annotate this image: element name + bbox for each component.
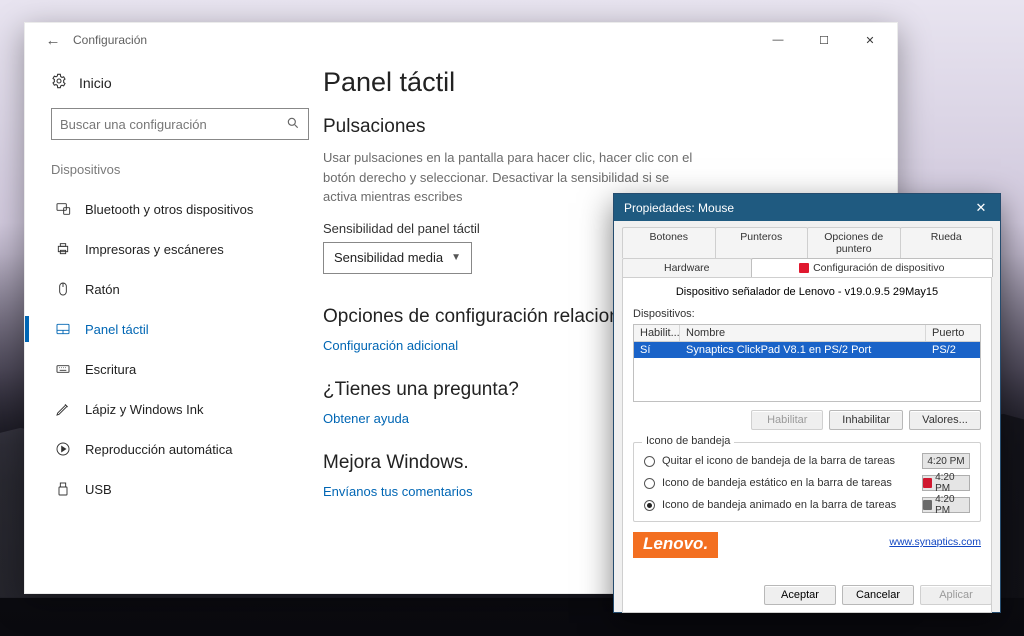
radio-animated-tray[interactable]: Icono de bandeja animado en la barra de … xyxy=(644,497,970,513)
sidebar-item-mouse[interactable]: Ratón xyxy=(25,269,313,309)
touchpad-icon xyxy=(923,500,932,510)
devices-label: Dispositivos: xyxy=(633,308,981,320)
ok-button[interactable]: Aceptar xyxy=(764,585,836,605)
synaptics-link[interactable]: www.synaptics.com xyxy=(889,536,981,548)
sidebar-group-label: Dispositivos xyxy=(51,162,305,177)
settings-sidebar: Inicio Buscar una configuración Disposit… xyxy=(25,57,317,593)
tab-hardware[interactable]: Hardware xyxy=(622,258,752,277)
cancel-button[interactable]: Cancelar xyxy=(842,585,914,605)
chevron-down-icon: ▼ xyxy=(451,252,461,263)
sidebar-item-label: Reproducción automática xyxy=(85,442,232,457)
search-input[interactable]: Buscar una configuración xyxy=(51,108,309,140)
tray-preview-static: 4:20 PM xyxy=(922,475,970,491)
cell-port: PS/2 xyxy=(926,342,980,358)
gear-icon xyxy=(51,73,67,92)
radio-icon xyxy=(644,478,655,489)
sidebar-item-printers[interactable]: Impresoras y escáneres xyxy=(25,229,313,269)
sidebar-item-label: Bluetooth y otros dispositivos xyxy=(85,202,253,217)
dialog-button-bar: Aceptar Cancelar Aplicar xyxy=(764,585,992,605)
printer-icon xyxy=(55,241,71,257)
sidebar-nav: Bluetooth y otros dispositivos Impresora… xyxy=(25,189,305,509)
section-taps: Pulsaciones xyxy=(323,116,873,138)
home-nav[interactable]: Inicio xyxy=(51,69,305,108)
sidebar-item-typing[interactable]: Escritura xyxy=(25,349,313,389)
tray-preview-animated: 4:20 PM xyxy=(922,497,970,513)
sidebar-item-pen[interactable]: Lápiz y Windows Ink xyxy=(25,389,313,429)
devices-table[interactable]: Habilit... Nombre Puerto Sí Synaptics Cl… xyxy=(633,324,981,402)
keyboard-icon xyxy=(55,361,71,377)
settings-titlebar: ← Configuración — ☐ ✕ xyxy=(25,23,897,57)
sidebar-item-usb[interactable]: USB xyxy=(25,469,313,509)
synaptics-icon xyxy=(799,263,809,273)
radio-static-tray[interactable]: Icono de bandeja estático en la barra de… xyxy=(644,475,970,491)
mouse-icon xyxy=(55,281,71,297)
radio-label: Icono de bandeja animado en la barra de … xyxy=(662,499,915,511)
sensitivity-combo[interactable]: Sensibilidad media ▼ xyxy=(323,242,472,274)
back-button[interactable]: ← xyxy=(39,32,67,49)
apply-button[interactable]: Aplicar xyxy=(920,585,992,605)
radio-icon xyxy=(644,456,655,467)
home-label: Inicio xyxy=(79,75,112,91)
col-port: Puerto xyxy=(926,325,980,341)
tab-device-config-label: Configuración de dispositivo xyxy=(813,262,944,274)
sidebar-item-label: Escritura xyxy=(85,362,136,377)
tray-preview-none: 4:20 PM xyxy=(922,453,970,469)
dialog-titlebar: Propiedades: Mouse ✕ xyxy=(614,194,1000,221)
sidebar-item-bluetooth[interactable]: Bluetooth y otros dispositivos xyxy=(25,189,313,229)
page-title: Panel táctil xyxy=(323,67,873,98)
sensitivity-value: Sensibilidad media xyxy=(334,250,443,265)
cell-enabled: Sí xyxy=(634,342,680,358)
table-header: Habilit... Nombre Puerto xyxy=(634,325,980,342)
usb-icon xyxy=(55,481,71,497)
col-enabled: Habilit... xyxy=(634,325,680,341)
minimize-button[interactable]: — xyxy=(755,25,801,55)
dialog-title: Propiedades: Mouse xyxy=(624,201,962,215)
table-row[interactable]: Sí Synaptics ClickPad V8.1 en PS/2 Port … xyxy=(634,342,980,358)
tab-page: Dispositivo señalador de Lenovo - v19.0.… xyxy=(622,277,992,613)
close-button[interactable]: ✕ xyxy=(847,25,893,55)
touchpad-icon xyxy=(55,321,71,337)
search-placeholder: Buscar una configuración xyxy=(60,117,286,132)
pen-icon xyxy=(55,401,71,417)
tab-buttons[interactable]: Botones xyxy=(622,227,716,258)
lenovo-logo: Lenovo. xyxy=(633,532,718,558)
window-title: Configuración xyxy=(67,33,755,47)
device-driver-title: Dispositivo señalador de Lenovo - v19.0.… xyxy=(633,286,981,298)
cell-name: Synaptics ClickPad V8.1 en PS/2 Port xyxy=(680,342,926,358)
sidebar-item-label: USB xyxy=(85,482,112,497)
tab-pointers[interactable]: Punteros xyxy=(715,227,809,258)
sidebar-item-label: Panel táctil xyxy=(85,322,149,337)
sidebar-item-touchpad[interactable]: Panel táctil xyxy=(25,309,313,349)
tab-wheel[interactable]: Rueda xyxy=(900,227,994,258)
enable-button[interactable]: Habilitar xyxy=(751,410,823,430)
disable-button[interactable]: Inhabilitar xyxy=(829,410,903,430)
dialog-tabs: Botones Punteros Opciones de puntero Rue… xyxy=(622,227,992,277)
sidebar-item-autoplay[interactable]: Reproducción automática xyxy=(25,429,313,469)
radio-label: Quitar el icono de bandeja de la barra d… xyxy=(662,455,915,467)
radio-label: Icono de bandeja estático en la barra de… xyxy=(662,477,915,489)
maximize-button[interactable]: ☐ xyxy=(801,25,847,55)
tray-legend: Icono de bandeja xyxy=(642,435,734,447)
search-icon xyxy=(286,116,300,133)
mouse-properties-dialog: Propiedades: Mouse ✕ Botones Punteros Op… xyxy=(613,193,1001,613)
tab-pointer-options[interactable]: Opciones de puntero xyxy=(807,227,901,258)
values-button[interactable]: Valores... xyxy=(909,410,981,430)
col-name: Nombre xyxy=(680,325,926,341)
sidebar-item-label: Lápiz y Windows Ink xyxy=(85,402,204,417)
tab-device-config[interactable]: Configuración de dispositivo xyxy=(751,258,994,277)
bluetooth-icon xyxy=(55,201,71,217)
dialog-close-button[interactable]: ✕ xyxy=(962,194,1000,221)
radio-remove-tray[interactable]: Quitar el icono de bandeja de la barra d… xyxy=(644,453,970,469)
sidebar-item-label: Impresoras y escáneres xyxy=(85,242,224,257)
autoplay-icon xyxy=(55,441,71,457)
radio-icon xyxy=(644,500,655,511)
tray-icon-group: Icono de bandeja Quitar el icono de band… xyxy=(633,442,981,522)
sidebar-item-label: Ratón xyxy=(85,282,120,297)
dialog-body: Botones Punteros Opciones de puntero Rue… xyxy=(614,221,1000,619)
synaptics-icon xyxy=(923,478,932,488)
